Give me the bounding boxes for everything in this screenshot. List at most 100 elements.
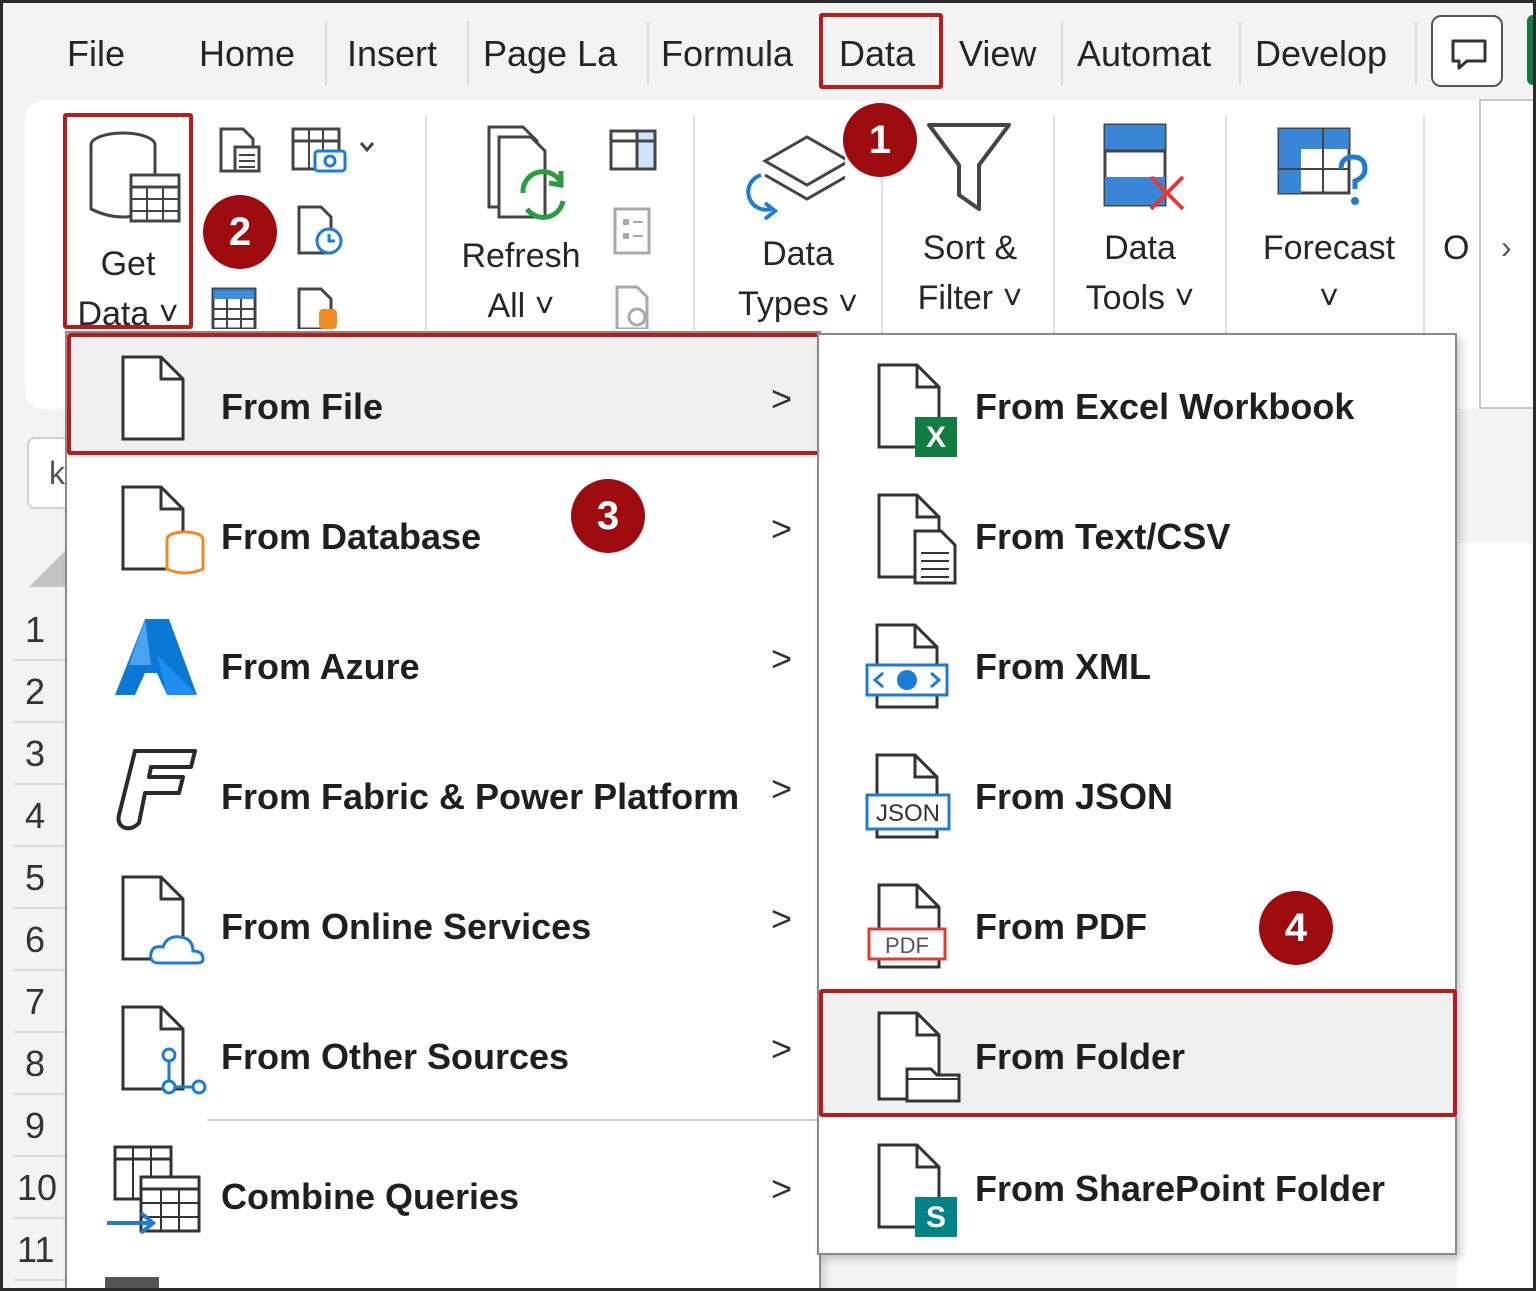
- group-divider: [425, 115, 427, 335]
- tab-view[interactable]: View: [959, 29, 1049, 79]
- sort-filter-label-line1: Sort &: [922, 229, 1018, 267]
- ribbon-scroll-right-icon[interactable]: ›: [1501, 229, 1512, 266]
- step-badge-4: 4: [1259, 891, 1333, 965]
- get-data-label-line1: Get: [100, 245, 156, 283]
- step-badge-2: 2: [203, 195, 277, 269]
- refresh-all-button[interactable]: Refresh All ˅: [453, 117, 583, 329]
- row-header[interactable]: 1: [13, 599, 67, 661]
- forecast-button[interactable]: Forecast ˅: [1239, 117, 1409, 329]
- database-file-icon: [121, 485, 205, 575]
- chevron-right-icon: >: [771, 898, 793, 939]
- sharepoint-icon: S: [877, 1143, 957, 1237]
- menu-item-from-online-services[interactable]: From Online Services >: [67, 855, 819, 977]
- tab-automate[interactable]: Automat: [1077, 29, 1229, 79]
- excel-workbook-icon: X: [877, 363, 957, 457]
- row-header[interactable]: 6: [13, 909, 67, 971]
- worksheet-grid[interactable]: [1457, 543, 1533, 1288]
- chevron-right-icon: >: [771, 378, 793, 419]
- recent-sources-icon[interactable]: [295, 203, 345, 259]
- ribbon-scroll-panel: ›: [1479, 99, 1533, 409]
- sharepoint-s-glyph: S: [926, 1201, 946, 1234]
- chevron-right-icon: >: [771, 638, 793, 679]
- data-types-icon: [746, 135, 845, 221]
- existing-connections-icon[interactable]: [295, 285, 345, 329]
- menu-item-from-database[interactable]: From Database >: [67, 465, 819, 587]
- sort-filter-button[interactable]: Sort & Filter ˅: [895, 117, 1045, 329]
- menu-item-label: From Text/CSV: [975, 516, 1231, 557]
- menu-item-from-pdf[interactable]: PDF From PDF: [819, 863, 1455, 985]
- get-data-button[interactable]: Get Data ˅: [65, 113, 191, 333]
- menu-item-label: From Online Services: [221, 906, 592, 947]
- tab-developer[interactable]: Develop: [1255, 29, 1405, 79]
- menu-item-label: From Excel Workbook: [975, 386, 1355, 427]
- cloud-file-icon: [121, 875, 205, 965]
- chevron-right-icon: >: [771, 768, 793, 809]
- data-tools-label-line1: Data: [1104, 229, 1176, 267]
- tab-divider: [325, 21, 327, 85]
- edit-links-icon[interactable]: [613, 283, 657, 329]
- tab-divider: [1239, 21, 1241, 85]
- tab-divider: [647, 21, 649, 85]
- menu-item-label: From PDF: [975, 906, 1148, 947]
- comments-button[interactable]: [1431, 15, 1503, 87]
- database-table-icon: [89, 131, 181, 223]
- menu-item-from-fabric-power-platform[interactable]: From Fabric & Power Platform >: [67, 725, 819, 847]
- row-header[interactable]: 10: [13, 1157, 67, 1219]
- row-header[interactable]: 2: [13, 661, 67, 723]
- row-header[interactable]: 4: [13, 785, 67, 847]
- menu-item-from-sharepoint-folder[interactable]: S From SharePoint Folder: [819, 1123, 1455, 1245]
- from-web-icon[interactable]: [289, 123, 389, 175]
- select-all-corner[interactable]: [29, 551, 65, 587]
- launch-editor-icon-partial[interactable]: [105, 1277, 159, 1288]
- menu-item-from-folder[interactable]: From Folder: [819, 991, 1455, 1115]
- xml-icon: [865, 623, 949, 709]
- menu-item-combine-queries[interactable]: Combine Queries >: [67, 1125, 819, 1247]
- share-button-edge[interactable]: [1527, 15, 1533, 85]
- from-text-csv-icon[interactable]: [215, 125, 263, 175]
- data-tools-icon: [1103, 123, 1185, 211]
- menu-item-from-xml[interactable]: From XML: [819, 603, 1455, 725]
- tab-page-layout[interactable]: Page La: [483, 29, 635, 79]
- excel-x-glyph: X: [926, 421, 946, 454]
- row-header[interactable]: 5: [13, 847, 67, 909]
- menu-item-from-excel-workbook[interactable]: X From Excel Workbook: [819, 343, 1455, 465]
- what-if-analysis-icon: [1277, 127, 1368, 205]
- text-csv-icon: [877, 493, 957, 585]
- queries-connections-icon[interactable]: [607, 127, 659, 173]
- tab-formulas[interactable]: Formula: [661, 29, 809, 79]
- data-types-button[interactable]: Data Types ˅: [715, 117, 865, 329]
- data-types-label-line1: Data: [762, 235, 834, 273]
- step-badge-1: 1: [843, 103, 917, 177]
- excel-window: File Home Insert Page La Formula Data Vi…: [0, 0, 1536, 1291]
- name-box-text: k: [49, 455, 65, 491]
- menu-separator: [207, 1119, 821, 1121]
- from-file-submenu: X From Excel Workbook From Text/CSV From…: [817, 333, 1457, 1255]
- fabric-icon: [116, 749, 197, 831]
- menu-item-from-text-csv[interactable]: From Text/CSV: [819, 473, 1455, 595]
- pdf-icon: PDF: [867, 883, 947, 969]
- tab-insert[interactable]: Insert: [347, 29, 451, 79]
- data-tools-button[interactable]: Data Tools ˅: [1065, 117, 1215, 329]
- properties-icon[interactable]: [611, 205, 655, 257]
- row-header[interactable]: 3: [13, 723, 67, 785]
- menu-item-from-azure[interactable]: From Azure >: [67, 595, 819, 717]
- outline-label-partial[interactable]: O: [1443, 223, 1483, 273]
- refresh-label-line2: All ˅: [487, 287, 555, 325]
- tab-data[interactable]: Data: [839, 29, 929, 79]
- row-header[interactable]: 9: [13, 1095, 67, 1157]
- tab-home[interactable]: Home: [199, 29, 311, 79]
- row-header[interactable]: 11: [13, 1219, 67, 1281]
- refresh-icon: [487, 125, 566, 220]
- row-header[interactable]: 7: [13, 971, 67, 1033]
- tab-file[interactable]: File: [67, 29, 137, 79]
- from-table-range-icon[interactable]: [209, 285, 261, 329]
- menu-item-label: From Other Sources: [221, 1036, 570, 1077]
- menu-item-from-json[interactable]: JSON From JSON: [819, 733, 1455, 855]
- menu-item-from-other-sources[interactable]: From Other Sources >: [67, 985, 819, 1107]
- chevron-right-icon: >: [771, 1028, 793, 1069]
- chevron-right-icon: >: [771, 508, 793, 549]
- tab-divider: [1061, 21, 1063, 85]
- row-header[interactable]: 8: [13, 1033, 67, 1095]
- menu-item-from-file[interactable]: From File >: [67, 335, 819, 457]
- chevron-right-icon: >: [771, 1168, 793, 1209]
